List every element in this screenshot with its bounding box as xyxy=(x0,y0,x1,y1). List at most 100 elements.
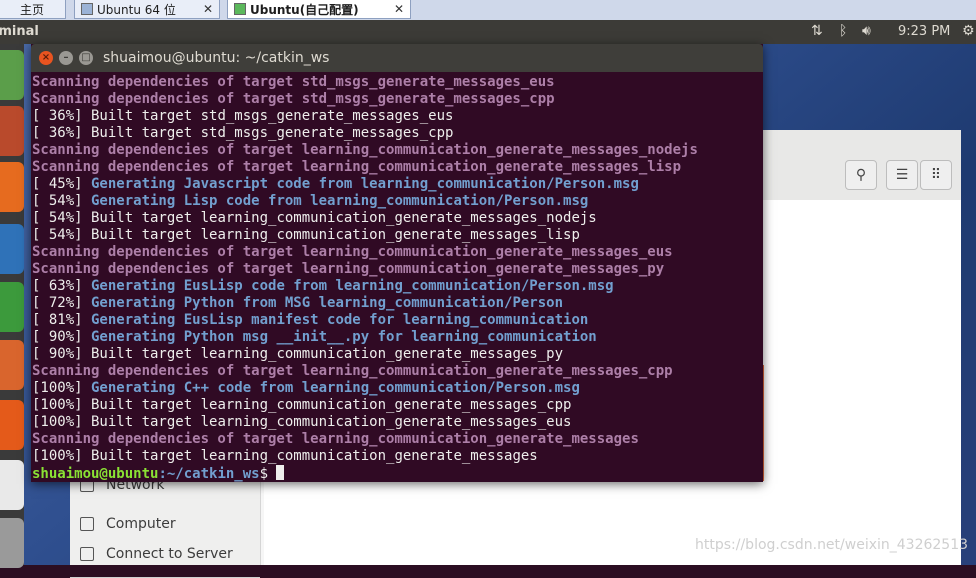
grid-view-button[interactable]: ⠿ xyxy=(920,160,952,190)
line-text: Generating Javascript code from learning… xyxy=(82,176,639,192)
terminal-line: Scanning dependencies of target learning… xyxy=(32,261,762,278)
progress-percent: [ 36%] xyxy=(32,108,83,124)
line-text: Built target learning_communication_gene… xyxy=(82,448,538,464)
terminal-line: [ 54%] Built target learning_communicati… xyxy=(32,210,762,227)
server-icon xyxy=(80,547,94,561)
line-text: Generating Python msg __init__.py for le… xyxy=(82,329,597,345)
vm-tab-label: Ubuntu(自己配置) xyxy=(250,2,359,17)
close-icon[interactable]: × xyxy=(39,51,53,65)
line-text: Scanning dependencies of target learning… xyxy=(32,159,682,175)
impress-icon[interactable] xyxy=(0,340,24,390)
close-icon[interactable]: ✕ xyxy=(203,2,213,16)
text-cursor xyxy=(276,465,285,480)
calc-icon[interactable] xyxy=(0,282,24,332)
close-icon[interactable]: ✕ xyxy=(394,2,404,16)
line-text: Scanning dependencies of target learning… xyxy=(32,261,665,277)
sidebar-item-connect-to-server[interactable]: Connect to Server xyxy=(80,546,233,562)
progress-percent: [ 54%] xyxy=(32,193,83,209)
network-icon[interactable]: ⇅ xyxy=(811,23,823,39)
line-text: Generating EusLisp manifest code for lea… xyxy=(82,312,589,328)
progress-percent: [ 90%] xyxy=(32,346,83,362)
files-icon[interactable] xyxy=(0,106,24,156)
sidebar-item-label: Connect to Server xyxy=(106,546,233,562)
line-text: Generating C++ code from learning_commun… xyxy=(82,380,580,396)
terminal-output[interactable]: Scanning dependencies of target std_msgs… xyxy=(32,74,762,482)
system-settings-icon[interactable] xyxy=(0,518,24,568)
bluetooth-icon[interactable]: ᛒ xyxy=(839,23,847,39)
vm-tab-ubuntu-custom[interactable]: Ubuntu(自己配置) ✕ xyxy=(227,0,411,19)
terminal-title: shuaimou@ubuntu: ~/catkin_ws xyxy=(103,50,330,66)
terminal-titlebar[interactable]: × – □ shuaimou@ubuntu: ~/catkin_ws xyxy=(31,44,763,72)
line-text: Built target learning_communication_gene… xyxy=(82,346,564,362)
prompt-line[interactable]: shuaimou@ubuntu:~/catkin_ws$ xyxy=(32,465,762,482)
terminal-line: [ 36%] Built target std_msgs_generate_me… xyxy=(32,108,762,125)
amazon-icon[interactable] xyxy=(0,460,24,510)
sidebar-item-label: Computer xyxy=(106,516,176,532)
launcher xyxy=(0,44,24,568)
vm-tab-label: 主页 xyxy=(19,2,44,17)
progress-percent: [ 63%] xyxy=(32,278,83,294)
software-center-icon[interactable] xyxy=(0,400,24,450)
terminal-line: [ 72%] Generating Python from MSG learni… xyxy=(32,295,762,312)
minimize-icon[interactable]: – xyxy=(59,51,73,65)
sidebar-item-computer[interactable]: Computer xyxy=(80,516,176,532)
progress-percent: [100%] xyxy=(32,397,83,413)
top-panel: Terminal ⇅ ᛒ 🔊︎ 9:23 PM ⚙ xyxy=(0,20,976,44)
line-text: Scanning dependencies of target learning… xyxy=(32,244,673,260)
line-text: Built target std_msgs_generate_messages_… xyxy=(82,125,454,141)
line-text: Generating Python from MSG learning_comm… xyxy=(82,295,564,311)
terminal-line: Scanning dependencies of target learning… xyxy=(32,244,762,261)
terminal-line: Scanning dependencies of target learning… xyxy=(32,363,762,380)
progress-percent: [ 36%] xyxy=(32,125,83,141)
line-text: Built target learning_communication_gene… xyxy=(82,227,580,243)
terminal-line: [ 90%] Built target learning_communicati… xyxy=(32,346,762,363)
maximize-icon[interactable]: □ xyxy=(79,51,93,65)
ubuntu-software-icon[interactable] xyxy=(0,50,24,100)
vm-tab-ubuntu64[interactable]: Ubuntu 64 位 ✕ xyxy=(74,0,220,19)
prompt-user-host: shuaimou@ubuntu xyxy=(32,466,159,482)
vm-icon xyxy=(81,3,93,15)
terminal-line: [ 63%] Generating EusLisp code from lear… xyxy=(32,278,762,295)
terminal-line: Scanning dependencies of target learning… xyxy=(32,431,762,448)
progress-percent: [100%] xyxy=(32,448,83,464)
line-text: Scanning dependencies of target learning… xyxy=(32,142,698,158)
line-text: Built target learning_communication_gene… xyxy=(82,210,597,226)
terminal-line: [ 54%] Built target learning_communicati… xyxy=(32,227,762,244)
search-icon: ⚲ xyxy=(855,167,867,183)
volume-icon[interactable]: 🔊︎ xyxy=(862,23,871,39)
watermark: https://blog.csdn.net/weixin_43262513 xyxy=(695,537,969,553)
terminal-line: Scanning dependencies of target std_msgs… xyxy=(32,74,762,91)
clock[interactable]: 9:23 PM xyxy=(898,24,950,39)
terminal-line: [ 90%] Generating Python msg __init__.py… xyxy=(32,329,762,346)
progress-percent: [ 54%] xyxy=(32,227,83,243)
line-text: Scanning dependencies of target std_msgs… xyxy=(32,74,555,90)
terminal-line: [100%] Built target learning_communicati… xyxy=(32,414,762,431)
line-text: Built target learning_communication_gene… xyxy=(82,397,572,413)
line-text: Scanning dependencies of target std_msgs… xyxy=(32,91,555,107)
line-text: Built target learning_communication_gene… xyxy=(82,414,572,430)
terminal-line: Scanning dependencies of target learning… xyxy=(32,159,762,176)
search-button[interactable]: ⚲ xyxy=(845,160,877,190)
line-text: Scanning dependencies of target learning… xyxy=(32,431,639,447)
terminal-window[interactable]: × – □ shuaimou@ubuntu: ~/catkin_ws Scann… xyxy=(31,44,763,482)
line-text: Built target std_msgs_generate_messages_… xyxy=(82,108,454,124)
terminal-line: Scanning dependencies of target std_msgs… xyxy=(32,91,762,108)
terminal-line: [100%] Generating C++ code from learning… xyxy=(32,380,762,397)
grid-icon: ⠿ xyxy=(930,167,942,183)
terminal-line: [ 36%] Built target std_msgs_generate_me… xyxy=(32,125,762,142)
writer-icon[interactable] xyxy=(0,224,24,274)
vm-icon xyxy=(234,3,246,15)
firefox-icon[interactable] xyxy=(0,162,24,212)
progress-percent: [100%] xyxy=(32,414,83,430)
list-view-button[interactable]: ☰ xyxy=(886,160,918,190)
line-text: Generating Lisp code from learning_commu… xyxy=(82,193,589,209)
terminal-line: Scanning dependencies of target learning… xyxy=(32,142,762,159)
terminal-line: [100%] Built target learning_communicati… xyxy=(32,448,762,465)
settings-gear-icon[interactable]: ⚙ xyxy=(962,23,975,39)
app-menu-title[interactable]: Terminal xyxy=(0,24,39,39)
progress-percent: [ 72%] xyxy=(32,295,83,311)
progress-percent: [100%] xyxy=(32,380,83,396)
vm-tab-home[interactable]: 主页 xyxy=(0,0,66,19)
computer-icon xyxy=(80,517,94,531)
progress-percent: [ 45%] xyxy=(32,176,83,192)
